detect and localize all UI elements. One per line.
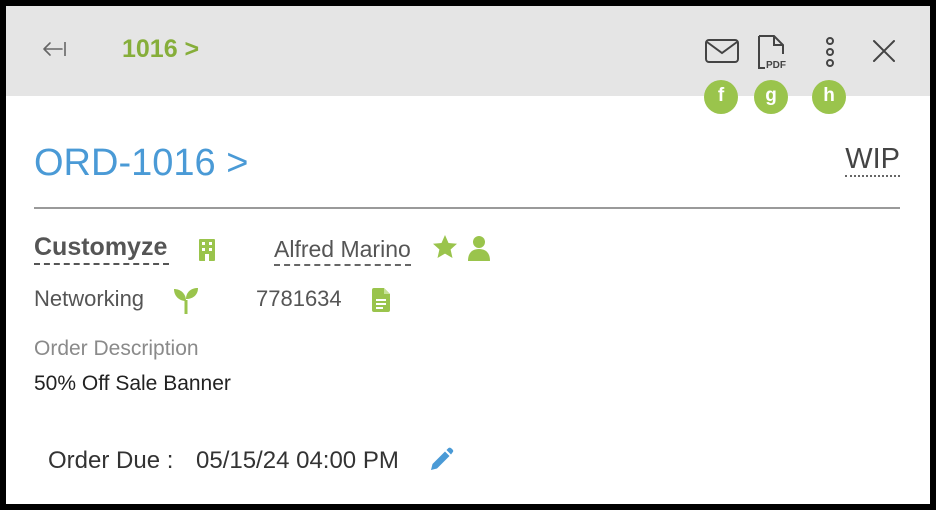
status-badge[interactable]: WIP bbox=[845, 143, 900, 177]
sprout-icon bbox=[174, 288, 198, 314]
company-name[interactable]: Customyze bbox=[34, 231, 170, 265]
back-arrow-icon[interactable] bbox=[40, 38, 68, 60]
more-vertical-icon[interactable] bbox=[818, 36, 842, 68]
person-icon bbox=[468, 236, 490, 261]
breadcrumb[interactable]: 1016 > bbox=[122, 35, 199, 64]
order-code: 7781634 bbox=[256, 286, 342, 311]
contact-name[interactable]: Alfred Marino bbox=[274, 234, 411, 266]
due-date-label: Order Due : bbox=[48, 447, 174, 474]
svg-text:PDF: PDF bbox=[766, 60, 786, 70]
order-panel: 1016 > PDF f g h ORD-1016 > WIP Customyz… bbox=[6, 6, 930, 504]
divider bbox=[34, 207, 900, 209]
mail-icon[interactable] bbox=[704, 37, 740, 65]
description-value: 50% Off Sale Banner bbox=[34, 372, 231, 395]
description-label: Order Description bbox=[34, 337, 199, 360]
shortcut-hint-pdf: g bbox=[754, 80, 788, 114]
industry-label: Networking bbox=[34, 286, 145, 311]
shortcut-hint-more: h bbox=[812, 80, 846, 114]
order-title-link[interactable]: ORD-1016 > bbox=[34, 142, 248, 185]
shortcut-hint-email: f bbox=[704, 80, 738, 114]
close-icon[interactable] bbox=[872, 39, 896, 63]
pdf-icon[interactable]: PDF bbox=[755, 34, 791, 70]
top-bar: 1016 > PDF bbox=[6, 6, 930, 96]
pencil-icon[interactable] bbox=[428, 447, 454, 473]
document-icon bbox=[372, 288, 390, 312]
star-icon bbox=[433, 235, 457, 258]
building-icon bbox=[199, 239, 215, 261]
due-date-value: 05/15/24 04:00 PM bbox=[196, 447, 399, 474]
